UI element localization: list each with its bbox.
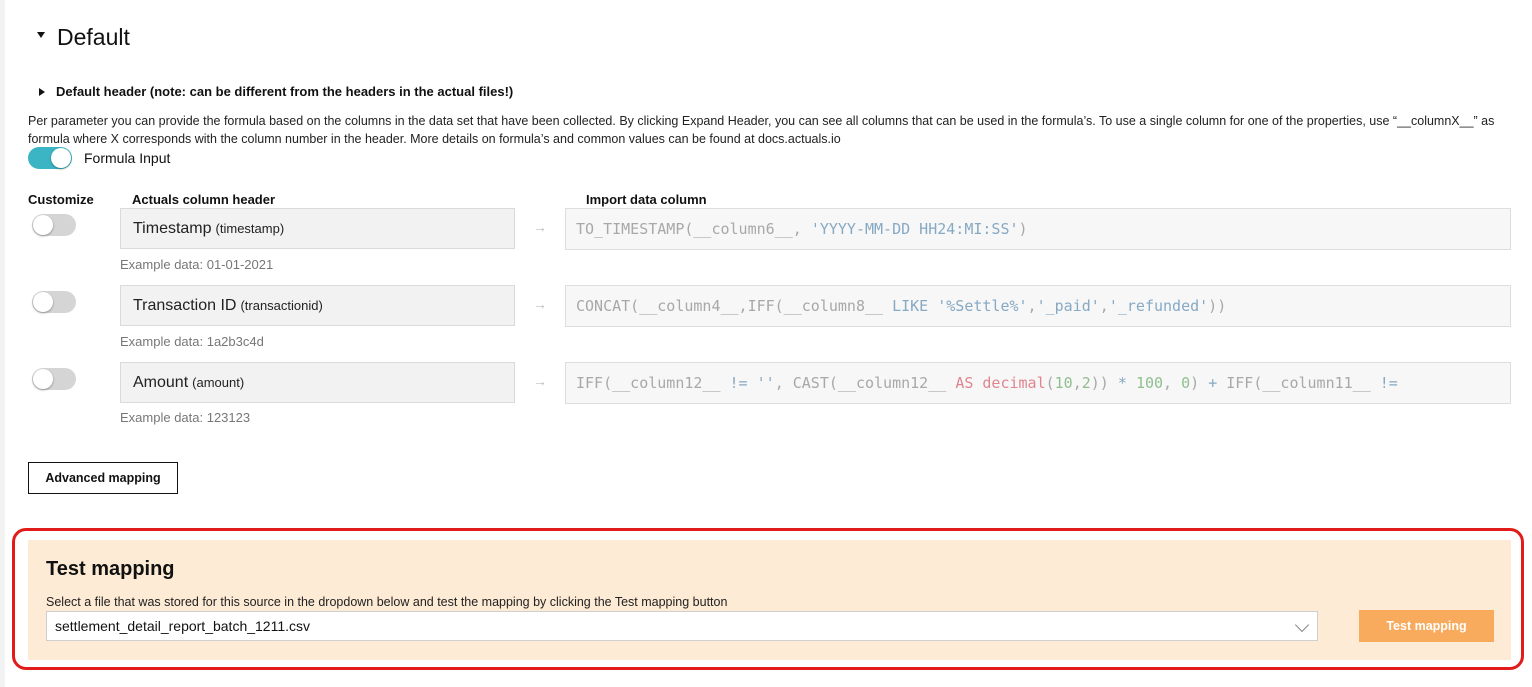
- formula-field-timestamp[interactable]: TO_TIMESTAMP(__column6__, 'YYYY-MM-DD HH…: [565, 208, 1511, 250]
- toggle-knob: [51, 148, 71, 168]
- section-default-toggle[interactable]: Default: [37, 24, 130, 51]
- toggle-knob: [33, 215, 53, 235]
- chevron-down-icon: [1294, 617, 1310, 633]
- formula-input-toggle[interactable]: [28, 147, 72, 169]
- example-data: Example data: 01-01-2021: [120, 257, 274, 272]
- example-data: Example data: 123123: [120, 410, 251, 425]
- formula-input-row: Formula Input: [28, 147, 170, 169]
- file-select-value: settlement_detail_report_batch_1211.csv: [55, 618, 311, 634]
- mapping-page: Default Default header (note: can be dif…: [5, 0, 1532, 687]
- example-data: Example data: 1a2b3c4d: [120, 334, 264, 349]
- formula-field-amount[interactable]: IFF(__column12__ != '', CAST(__column12_…: [565, 362, 1511, 404]
- file-select[interactable]: settlement_detail_report_batch_1211.csv: [46, 611, 1318, 641]
- header-field-transactionid: Transaction ID (transactionid): [120, 285, 515, 326]
- header-name: Transaction ID: [133, 296, 237, 314]
- customize-toggle-amount[interactable]: [32, 368, 76, 390]
- actuals-column-header: Actuals column header: [132, 192, 276, 207]
- caret-right-icon: [39, 87, 45, 96]
- default-header-label: Default header (note: can be different f…: [56, 84, 514, 99]
- header-key: (timestamp): [215, 221, 285, 236]
- header-name: Timestamp: [133, 219, 212, 237]
- header-key: (amount): [192, 375, 245, 390]
- customize-toggle-timestamp[interactable]: [32, 214, 76, 236]
- default-header-toggle[interactable]: Default header (note: can be different f…: [39, 84, 513, 99]
- header-field-timestamp: Timestamp (timestamp): [120, 208, 515, 249]
- header-field-amount: Amount (amount): [120, 362, 515, 403]
- advanced-mapping-button[interactable]: Advanced mapping: [28, 462, 178, 494]
- arrow-right-icon: →: [533, 296, 547, 312]
- arrow-right-icon: →: [533, 219, 547, 235]
- formula-text: IFF(__column12__ != '', CAST(__column12_…: [576, 374, 1398, 392]
- formula-input-label: Formula Input: [84, 150, 171, 166]
- section-title: Default: [57, 24, 130, 50]
- test-mapping-title: Test mapping: [46, 558, 175, 580]
- import-column-header: Import data column: [586, 192, 707, 207]
- header-key: (transactionid): [240, 298, 323, 313]
- caret-down-icon: [37, 31, 45, 38]
- customize-toggle-transactionid[interactable]: [32, 291, 76, 313]
- toggle-knob: [33, 369, 53, 389]
- test-mapping-description: Select a file that was stored for this s…: [46, 595, 728, 609]
- arrow-right-icon: →: [533, 373, 547, 389]
- formula-field-transactionid[interactable]: CONCAT(__column4__,IFF(__column8__ LIKE …: [565, 285, 1511, 327]
- customize-column-header: Customize: [28, 192, 94, 207]
- toggle-knob: [33, 292, 53, 312]
- test-mapping-button[interactable]: Test mapping: [1359, 610, 1494, 642]
- formula-text: TO_TIMESTAMP(__column6__, 'YYYY-MM-DD HH…: [576, 220, 1028, 238]
- header-name: Amount: [133, 373, 189, 391]
- test-mapping-panel: Test mapping Select a file that was stor…: [28, 540, 1511, 660]
- formula-text: CONCAT(__column4__,IFF(__column8__ LIKE …: [576, 297, 1227, 315]
- formula-description: Per parameter you can provide the formul…: [28, 114, 1495, 146]
